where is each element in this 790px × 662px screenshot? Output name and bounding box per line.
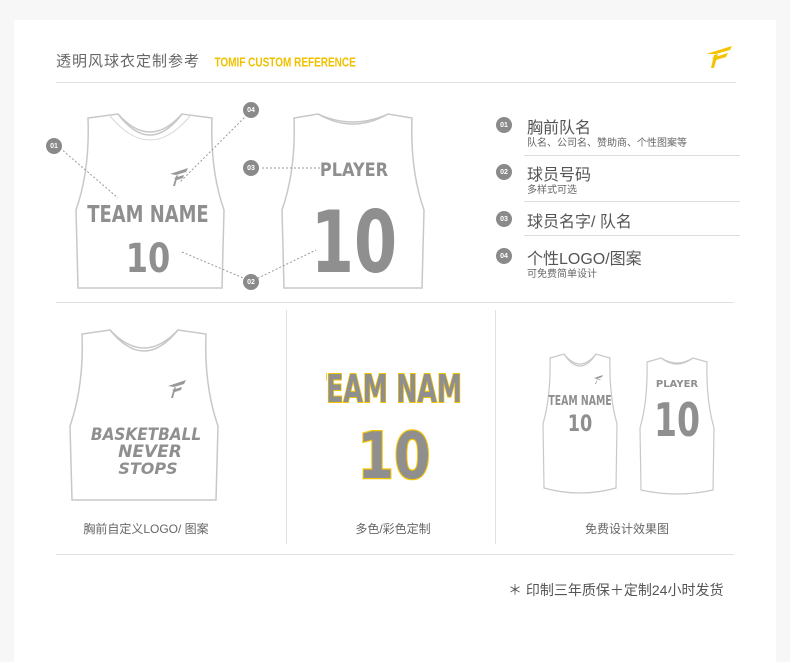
feature-divider (524, 235, 740, 236)
footer-rule (56, 554, 734, 555)
color-team-name: TEAM NAME (326, 367, 462, 412)
feature-item-02: 02 球员号码 多样式可选 (496, 161, 740, 203)
callout-badge-02: 02 (243, 274, 259, 290)
graphic-line-3: STOPS (118, 459, 177, 478)
header: 透明风球衣定制参考 TOMIF CUSTOM REFERENCE (56, 50, 356, 71)
panel-mockup-front: TEAM NAME 10 (542, 353, 618, 494)
panel-caption-1: 胸前自定义LOGO/ 图案 (83, 522, 209, 536)
callout-badge-03: 03 (243, 160, 259, 176)
guarantee-note: ＊ 印制三年质保＋定制24小时发货 (508, 582, 724, 598)
mockup-back-number: 10 (654, 395, 700, 448)
feature-desc: 队名、公司名、赞助商、个性图案等 (527, 138, 687, 149)
feature-desc: 多样式可选 (527, 185, 577, 196)
callout-leaders (59, 111, 326, 281)
feature-badge: 02 (496, 164, 512, 180)
feature-divider (524, 201, 740, 202)
feature-item-03: 03 球员名字/ 队名 (496, 208, 740, 238)
brand-logo-icon (706, 46, 732, 68)
header-rule (56, 82, 736, 83)
feature-title: 球员名字/ 队名 (527, 214, 632, 231)
color-number: 10 (357, 419, 430, 484)
callout-badge-01: 01 (46, 138, 62, 154)
feature-badge: 04 (496, 248, 512, 264)
panel-separator-2 (495, 310, 496, 544)
panel-logo-jersey: BASKETBALL NEVER STOPS (69, 329, 219, 501)
mockup-team-name: TEAM NAME (548, 392, 611, 408)
mockup-player-name: PLAYER (656, 379, 699, 390)
feature-badge: 03 (496, 211, 512, 227)
feature-desc: 可免费简单设计 (527, 269, 597, 280)
callout-badge-04: 04 (243, 102, 259, 118)
page-subtitle: TOMIF CUSTOM REFERENCE (214, 56, 356, 71)
panel-separator-1 (286, 310, 287, 544)
mockup-front-number: 10 (568, 411, 592, 436)
feature-divider (524, 155, 740, 156)
panel-mockup-back: PLAYER 10 (639, 357, 715, 495)
feature-item-01: 01 胸前队名 队名、公司名、赞助商、个性图案等 (496, 114, 740, 156)
page-title: 透明风球衣定制参考 (56, 53, 201, 70)
section-rule (56, 302, 734, 303)
panel-caption-3: 免费设计效果图 (584, 522, 669, 536)
panel-caption-2: 多色/彩色定制 (355, 522, 431, 536)
panel-color-print: TEAM NAME 10 (326, 366, 462, 484)
feature-badge: 01 (496, 117, 512, 133)
feature-item-04: 04 个性LOGO/图案 可免费简单设计 (496, 245, 740, 285)
